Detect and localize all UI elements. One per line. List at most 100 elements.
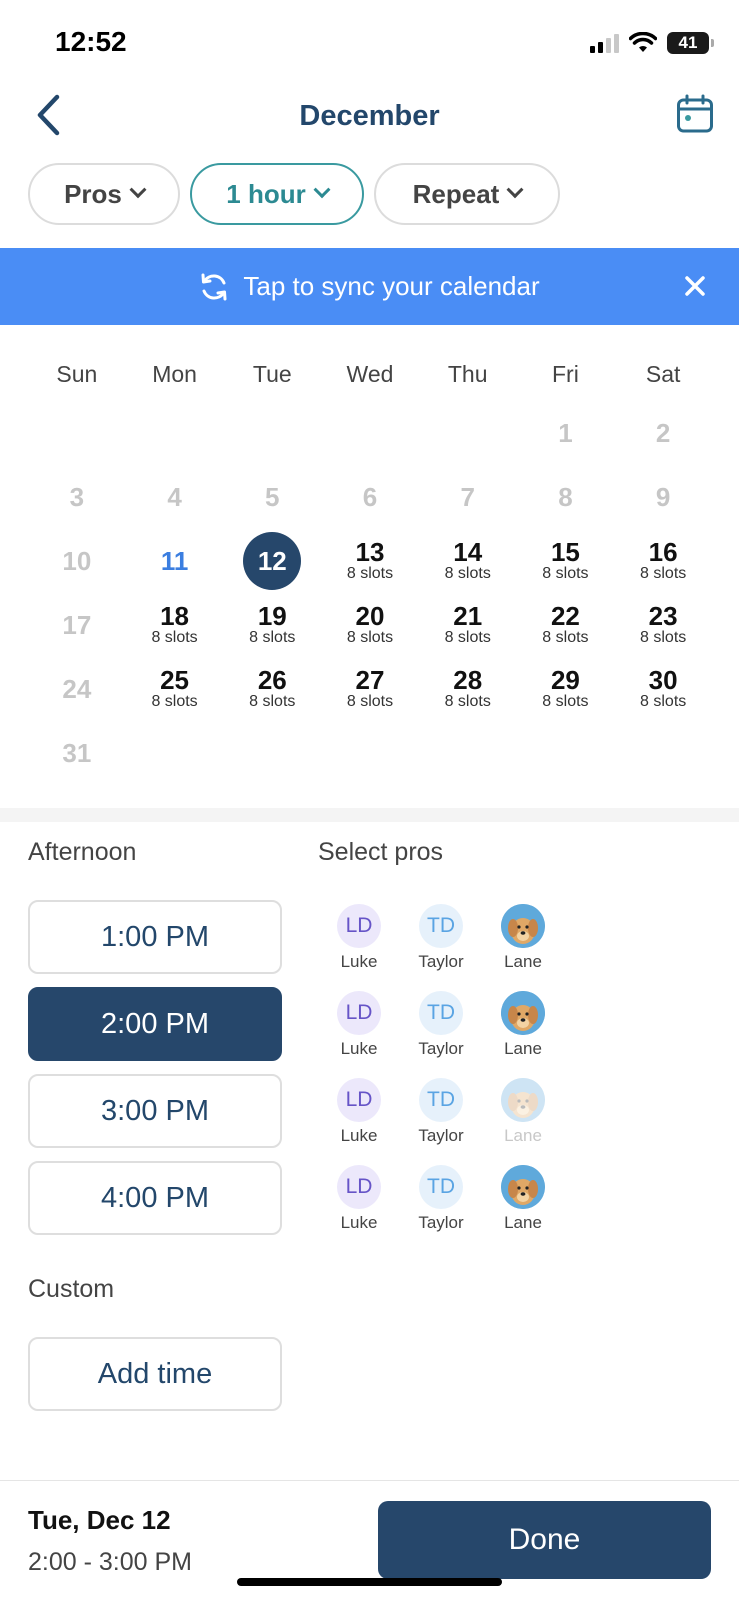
calendar-grid: 1 2 3 4 5 6 7 8 9 10 11 12 13 8 slots 14 8 slots 15 8 slo…: [28, 401, 712, 785]
weekday-label: Tue: [252, 361, 292, 387]
calendar-day[interactable]: 22 8 slots: [517, 593, 615, 657]
add-time-button[interactable]: Add time: [28, 1337, 282, 1411]
calendar-empty-cell: [223, 401, 321, 465]
afternoon-label: Afternoon: [28, 838, 137, 866]
filter-label: Pros: [64, 178, 122, 209]
calendar-day[interactable]: 14 8 slots: [419, 529, 517, 593]
pro-option[interactable]: TD Taylor: [400, 1078, 482, 1146]
day-number: 17: [62, 610, 92, 640]
calendar-day[interactable]: 29 8 slots: [517, 657, 615, 721]
avatar: [501, 1165, 545, 1209]
pros-row: LD Luke TD Taylor Lane: [318, 1074, 718, 1161]
calendar-day[interactable]: 20 8 slots: [321, 593, 419, 657]
pro-option[interactable]: Lane: [482, 991, 564, 1059]
calendar-day[interactable]: 23 8 slots: [614, 593, 712, 657]
weekday-label: Sun: [56, 361, 98, 387]
slot-count: 8 slots: [249, 629, 296, 646]
calendar-day[interactable]: 18 8 slots: [126, 593, 224, 657]
calendar-day[interactable]: 19 8 slots: [223, 593, 321, 657]
time-slot-button[interactable]: 2:00 PM: [28, 987, 282, 1061]
slot-count: 8 slots: [444, 565, 491, 582]
time-slot-button[interactable]: 3:00 PM: [28, 1074, 282, 1148]
home-indicator: [237, 1578, 502, 1586]
calendar-week: 31: [28, 721, 712, 785]
day-number: 21: [453, 601, 483, 631]
pro-option[interactable]: LD Luke: [318, 1078, 400, 1146]
day-number: 31: [62, 738, 92, 768]
pro-option[interactable]: Lane: [482, 1165, 564, 1233]
filter-duration[interactable]: 1 hour: [190, 163, 364, 225]
calendar-button[interactable]: [673, 92, 717, 136]
calendar-empty-cell: [517, 721, 615, 785]
calendar-week: 17 18 8 slots 19 8 slots 20 8 slots 21 8 slots 22…: [28, 593, 712, 657]
pro-option[interactable]: LD Luke: [318, 1165, 400, 1233]
calendar-week: 12: [28, 401, 712, 465]
avatar: LD: [337, 1078, 381, 1122]
sync-banner[interactable]: Tap to sync your calendar: [0, 248, 739, 325]
day-number: 27: [355, 665, 385, 695]
pro-option[interactable]: TD Taylor: [400, 904, 482, 972]
pro-name: Lane: [504, 952, 542, 971]
calendar-day[interactable]: 15 8 slots: [517, 529, 615, 593]
slot-count: 8 slots: [249, 693, 296, 710]
calendar-day-selected[interactable]: 12: [223, 529, 321, 593]
pro-name: Luke: [340, 1039, 378, 1058]
header: December: [0, 80, 739, 155]
day-number: 16: [648, 537, 678, 567]
calendar-day: 31: [28, 721, 126, 785]
selected-day-circle: 12: [243, 532, 302, 590]
calendar-day[interactable]: 13 8 slots: [321, 529, 419, 593]
sync-icon: [199, 272, 229, 302]
wifi-icon: [629, 32, 657, 52]
calendar-day: 7: [419, 465, 517, 529]
pro-option[interactable]: LD Luke: [318, 904, 400, 972]
avatar: TD: [419, 904, 463, 948]
pro-option[interactable]: LD Luke: [318, 991, 400, 1059]
calendar-day[interactable]: 25 8 slots: [126, 657, 224, 721]
calendar-day: 9: [614, 465, 712, 529]
filter-repeat[interactable]: Repeat: [374, 163, 560, 225]
slot-count: 8 slots: [640, 693, 687, 710]
calendar-day: 5: [223, 465, 321, 529]
filter-pros[interactable]: Pros: [28, 163, 180, 225]
close-banner-button[interactable]: [679, 270, 711, 302]
custom-label: Custom: [28, 1275, 115, 1303]
slot-count: 8 slots: [640, 565, 687, 582]
calendar-day[interactable]: 28 8 slots: [419, 657, 517, 721]
calendar-empty-cell: [126, 721, 224, 785]
time-slot-button[interactable]: 4:00 PM: [28, 1161, 282, 1235]
slot-count: 8 slots: [346, 693, 394, 710]
calendar-day[interactable]: 30 8 slots: [614, 657, 712, 721]
pro-option[interactable]: TD Taylor: [400, 991, 482, 1059]
status-bar: 12:52 41: [0, 0, 739, 80]
avatar: LD: [337, 991, 381, 1035]
banner-text: Tap to sync your calendar: [243, 271, 540, 301]
calendar-day[interactable]: 27 8 slots: [321, 657, 419, 721]
page-title: December: [299, 100, 440, 132]
calendar-day: 8: [517, 465, 615, 529]
day-number: 9: [655, 482, 671, 512]
weekday-label: Fri: [552, 361, 579, 387]
calendar-day[interactable]: 21 8 slots: [419, 593, 517, 657]
calendar-day[interactable]: 16 8 slots: [614, 529, 712, 593]
calendar-empty-cell: [223, 721, 321, 785]
pros-row: LD Luke TD Taylor Lane: [318, 1161, 718, 1248]
calendar-icon: [677, 94, 713, 133]
day-number: 23: [648, 601, 678, 631]
calendar-day[interactable]: 11: [126, 529, 224, 593]
day-number: 14: [453, 537, 483, 567]
signal-icon: [590, 33, 619, 53]
pro-name: Taylor: [418, 952, 464, 971]
pro-name: Taylor: [418, 1213, 464, 1232]
time-slot-button[interactable]: 1:00 PM: [28, 900, 282, 974]
pro-name: Taylor: [418, 1126, 464, 1145]
day-number: 1: [558, 418, 573, 448]
calendar-empty-cell: [614, 721, 712, 785]
pro-option[interactable]: Lane: [482, 904, 564, 972]
pro-option[interactable]: TD Taylor: [400, 1165, 482, 1233]
slot-count: 8 slots: [542, 565, 589, 582]
battery-level: 41: [678, 33, 698, 52]
calendar-day[interactable]: 26 8 slots: [223, 657, 321, 721]
done-button[interactable]: Done: [378, 1501, 711, 1579]
chevron-down-icon: [313, 181, 331, 199]
